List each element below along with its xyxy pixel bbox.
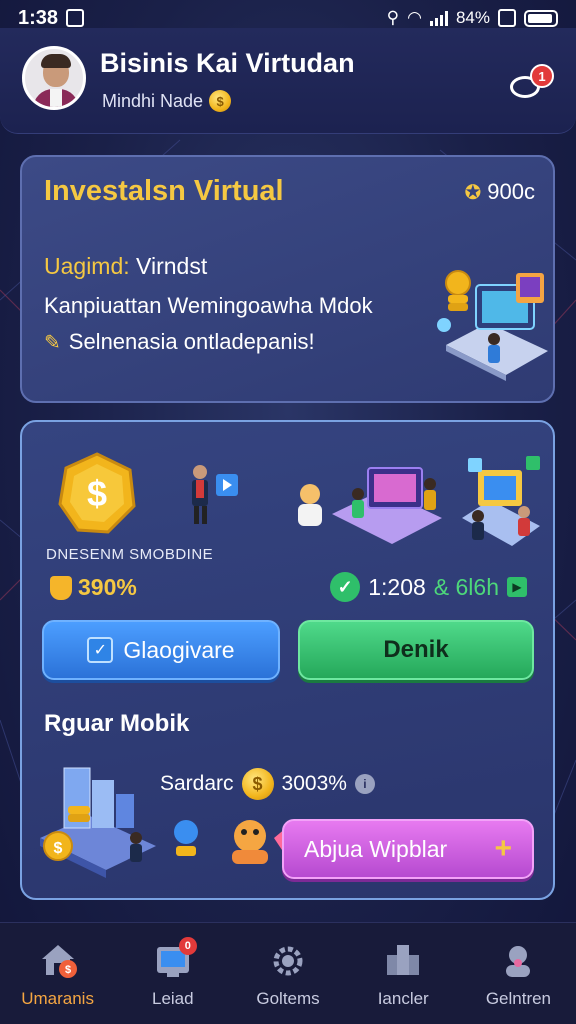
card-title: Investalsn Virtual (44, 175, 284, 207)
nav-label-building: Iancler (377, 989, 429, 1008)
nav-item-items[interactable]: Goltems (230, 923, 345, 1024)
status-right: ⚲ ◠ 84% (387, 8, 558, 28)
plus-icon: + (494, 832, 512, 865)
nav-item-lead[interactable]: 0 Leiad (115, 923, 230, 1024)
level-label: Uagimd: (44, 253, 130, 279)
cta-text: Selnenasia ontladepanis! (68, 329, 315, 354)
profit-value: 390% (78, 574, 137, 600)
investment-card[interactable]: Investalsn Virtual ✪ 900c Uagimd: Virnds… (20, 155, 555, 403)
secondary-action-button[interactable]: Denik (298, 620, 534, 680)
edit-icon: ✎ (44, 331, 61, 354)
nav-item-people[interactable]: Gelntren (461, 923, 576, 1024)
timer-row: ✓ 1:208 & 6l6h ▶ (330, 572, 527, 602)
primary-action-button[interactable]: ✓ Glaogivare (42, 620, 280, 680)
status-time: 1:38 (18, 6, 59, 29)
location-icon: ⚲ (386, 8, 400, 27)
checkbox-icon: ✓ (87, 637, 114, 663)
shield-icon (50, 575, 72, 600)
app-header: Bisinis Kai Virtudan Mindhi Nade $ 1 (0, 28, 576, 134)
cta-line: ✎ Selnenasia ontladepanis! (44, 329, 315, 355)
status-left: 1:38 (18, 6, 85, 30)
dollar-coin-icon: $ (58, 452, 136, 534)
laptop-illustration (437, 270, 548, 381)
timer-suffix: & 6l6h (433, 573, 499, 600)
chat-button[interactable]: 1 (508, 64, 554, 104)
profit-percent: 390% (50, 574, 137, 601)
section-subtitle: Rguar Mobik (44, 710, 190, 737)
timer-value: 1:208 (368, 573, 426, 600)
level-line: Uagimd: Virndst (44, 253, 207, 280)
home-icon: $ (41, 945, 77, 978)
coin-balance: ✪ 900c (465, 179, 535, 205)
svg-text:$: $ (65, 964, 71, 976)
star-icon: ✪ (464, 181, 482, 204)
business-label: DNESENM SMOBDINE (46, 546, 214, 563)
battery-text: 84% (455, 8, 490, 27)
nav-label-people: Gelntren (485, 989, 552, 1008)
screen-icon: 0 (153, 937, 197, 981)
gold-coin-icon: $ (241, 768, 274, 800)
nav-label-lead: Leiad (152, 989, 194, 1008)
wifi-icon: ◠ (407, 8, 422, 27)
svg-text:$: $ (54, 840, 63, 857)
balance-label: Sardarc (160, 772, 234, 795)
check-icon: ✓ (330, 572, 361, 602)
description-line: Kanpiuattan Wemingoawha Mdok (44, 293, 373, 318)
building-icon (387, 945, 420, 975)
business-card: $ DNESENM SMOBDINE 390% ✓ 1:208 & 6l6h ▶… (20, 420, 555, 900)
nav-label-home: Umaranis (21, 989, 94, 1008)
nav-badge: 0 (178, 937, 197, 955)
app-title: Bisinis Kai Virtudan (100, 48, 355, 78)
team-illustration (192, 456, 540, 546)
play-icon: ▶ (507, 577, 527, 597)
add-button[interactable]: Abjua Wipblar + (282, 819, 534, 879)
signal-icon (429, 10, 448, 26)
people-icon (506, 946, 531, 977)
battery-icon (524, 9, 558, 27)
balance-row: Sardarc $ 3003% i (160, 768, 375, 800)
primary-action-label: Glaogivare (123, 636, 235, 663)
user-subtitle: Mindhi Nade $ (102, 90, 232, 112)
avatar[interactable] (22, 46, 86, 110)
nav-label-items: Goltems (256, 989, 320, 1008)
level-value: Virndst (136, 253, 208, 279)
gear-icon (273, 946, 303, 976)
coin-symbol: $ (87, 473, 107, 514)
nav-item-building[interactable]: Iancler (346, 923, 461, 1024)
coin-balance-value: 900c (487, 179, 535, 204)
status-bar: 1:38 ⚲ ◠ 84% (0, 0, 576, 36)
notification-badge: 1 (530, 64, 554, 88)
image-icon (498, 9, 516, 27)
info-icon[interactable]: i (354, 774, 375, 794)
gallery-icon (66, 9, 85, 27)
user-name: Mindhi Nade (102, 90, 204, 111)
coin-icon: $ (209, 90, 232, 112)
add-button-label: Abjua Wipblar (304, 835, 448, 862)
bottom-navigation: $ Umaranis 0 Leiad Goltems Iancler Gelnt… (0, 922, 576, 1024)
balance-value: 3003% (281, 772, 347, 795)
nav-item-home[interactable]: $ Umaranis (0, 923, 115, 1024)
